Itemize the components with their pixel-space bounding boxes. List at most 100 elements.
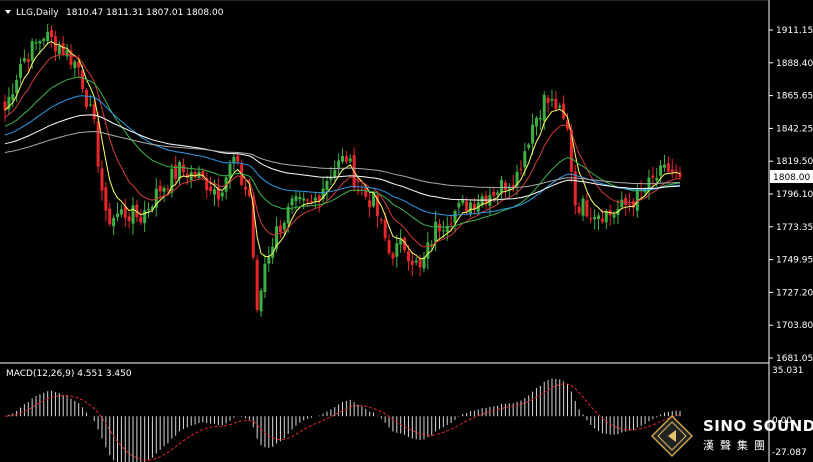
- candle-body: [379, 219, 383, 221]
- candle-body: [461, 200, 465, 204]
- candle-body: [600, 218, 604, 222]
- candle-body: [449, 223, 453, 225]
- candle-body: [108, 208, 112, 225]
- candle-body: [116, 213, 119, 218]
- price-tick-label: 1773.35: [776, 223, 813, 233]
- candle-body: [178, 162, 182, 179]
- candle-body: [395, 243, 399, 257]
- candle-body: [181, 164, 185, 172]
- candle-body: [496, 192, 500, 195]
- candle-body: [147, 208, 151, 211]
- candle-body: [472, 203, 476, 209]
- candle-body: [65, 49, 69, 57]
- candle-body: [209, 186, 213, 192]
- candle-body: [73, 61, 77, 69]
- candle-body: [519, 168, 523, 170]
- candle-body: [662, 164, 666, 168]
- candle-body: [282, 222, 286, 230]
- candle-body: [531, 124, 535, 144]
- candle-body: [441, 230, 445, 232]
- candle-body: [38, 41, 42, 44]
- candle-body: [406, 251, 410, 262]
- candle-body: [236, 155, 240, 162]
- candle-body: [193, 172, 197, 178]
- candle-body: [100, 168, 104, 191]
- candle-body: [534, 117, 538, 127]
- candle-body: [344, 156, 348, 162]
- candle-body: [348, 158, 352, 162]
- candle-body: [131, 205, 135, 224]
- price-tick-label: 1796.10: [776, 190, 813, 200]
- candle-body: [410, 260, 414, 266]
- candle-body: [589, 218, 593, 220]
- candle-body: [457, 202, 461, 208]
- price-tick-label: 1911.15: [776, 26, 813, 36]
- macd-bottom-label: -27.087: [772, 448, 807, 458]
- candle-body: [391, 253, 395, 259]
- candle-body: [437, 223, 441, 232]
- candle-body: [414, 260, 418, 263]
- candle-body: [558, 105, 562, 108]
- candle-body: [259, 290, 263, 312]
- candle-body: [670, 169, 674, 173]
- candle-body: [11, 94, 15, 101]
- candle-body: [527, 144, 531, 148]
- candle-body: [112, 217, 116, 227]
- candle-body: [418, 259, 422, 268]
- candle-body: [469, 202, 473, 215]
- candle-body: [585, 200, 589, 217]
- candle-body: [666, 163, 670, 172]
- candle-body: [612, 214, 616, 218]
- candle-body: [81, 70, 85, 90]
- price-tick-label: 1819.50: [776, 157, 813, 167]
- candle-body: [306, 199, 310, 201]
- candle-body: [546, 97, 550, 103]
- candle-body: [628, 204, 632, 206]
- candle-body: [620, 199, 624, 207]
- candle-body: [542, 94, 546, 121]
- watermark-chinese: 漢聲集團: [703, 438, 771, 452]
- price-tick-label: 1842.25: [776, 124, 813, 134]
- candle-body: [104, 187, 108, 211]
- candle-body: [212, 189, 216, 195]
- candle-body: [220, 192, 224, 197]
- candle-body: [57, 45, 61, 54]
- candle-body: [22, 58, 26, 62]
- candle-body: [15, 79, 19, 94]
- candle-body: [162, 187, 166, 192]
- price-axis: 1911.15 1888.40 1865.65 1842.25 1819.50 1796.…: [769, 26, 813, 364]
- candle-body: [166, 188, 170, 190]
- chart-header: LLG,Daily 1810.47 1811.31 1807.01 1808.0…: [5, 8, 224, 18]
- candle-body: [96, 121, 100, 167]
- candle-body: [244, 186, 248, 190]
- price-tick-label: 1703.80: [776, 321, 813, 331]
- current-price-label: 1808.00: [773, 173, 810, 183]
- watermark-brand: SINO SOUND: [703, 417, 813, 435]
- candle-body: [92, 104, 96, 120]
- candle-body: [325, 181, 329, 190]
- candle-body: [61, 43, 65, 55]
- candle-body: [550, 99, 554, 101]
- candle-body: [538, 117, 542, 120]
- candle-body: [655, 177, 659, 181]
- candle-body: [294, 196, 298, 202]
- candle-body: [158, 185, 162, 192]
- price-tick-label: 1727.20: [776, 288, 813, 298]
- candle-body: [554, 98, 558, 110]
- candle-body: [139, 216, 143, 223]
- current-price-tag: 1808.00: [770, 170, 813, 183]
- candle-body: [278, 225, 282, 233]
- candle-body: [30, 41, 34, 61]
- main-price-panel: [0, 0, 769, 362]
- candle-body: [290, 198, 294, 206]
- macd-top-label: 35.031: [772, 366, 804, 376]
- candle-body: [484, 195, 488, 203]
- candle-body: [364, 187, 368, 197]
- candle-body: [143, 210, 147, 224]
- candle-body: [500, 179, 504, 193]
- price-tick-label: 1865.65: [776, 92, 813, 102]
- candle-body: [337, 160, 341, 168]
- candle-body: [503, 182, 507, 190]
- candle-body: [50, 30, 54, 38]
- candle-body: [659, 165, 663, 176]
